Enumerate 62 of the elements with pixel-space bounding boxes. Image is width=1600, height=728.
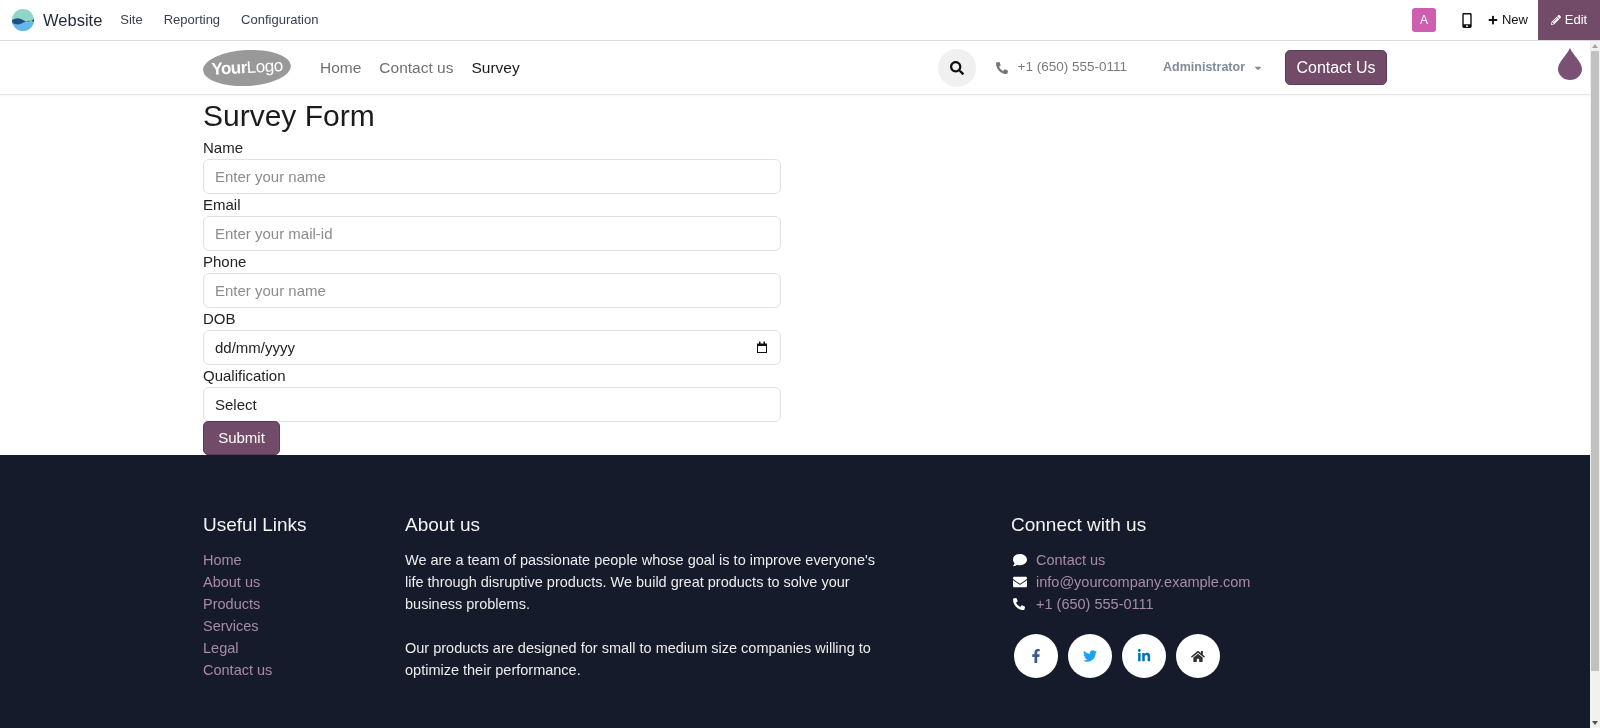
top-menu-item[interactable]: Site [120, 10, 143, 30]
social-button[interactable] [1176, 634, 1220, 678]
social-button[interactable] [1122, 634, 1166, 678]
scroll-down-icon[interactable] [1592, 721, 1598, 725]
scrollbar[interactable] [1590, 41, 1600, 728]
about-paragraph: We are a team of passionate people whose goal is to improve everyone's life through disruptive products. We build great products to solve your business problems. [405, 551, 876, 614]
field-label: DOB [203, 309, 237, 329]
scrollbar-thumb[interactable] [1591, 51, 1599, 671]
nav-link[interactable]: Home [320, 55, 362, 80]
social-button[interactable] [1068, 634, 1112, 678]
search-button[interactable] [937, 48, 976, 87]
nav-link[interactable]: Contact us [379, 55, 454, 80]
contact-link[interactable]: Contact us [1036, 549, 1106, 571]
app-name[interactable]: Website [43, 7, 103, 33]
home-icon [1191, 649, 1205, 663]
user-avatar[interactable]: A [1412, 8, 1436, 32]
social-button[interactable] [1014, 634, 1058, 678]
pencil-icon [1550, 15, 1561, 25]
footer-link[interactable]: Home [203, 549, 242, 571]
edit-button[interactable]: Edit [1538, 0, 1600, 40]
field-label: Qualification [203, 366, 287, 386]
field-label: Phone [203, 252, 248, 272]
top-menu-item[interactable]: Reporting [163, 10, 221, 30]
text-input-field[interactable]: Enter your name [203, 273, 781, 308]
top-menu-item[interactable]: Configuration [241, 10, 319, 30]
calendar-icon[interactable] [756, 341, 768, 354]
footer-link[interactable]: Services [203, 615, 259, 637]
phone-icon [995, 61, 1008, 74]
header-phone-number[interactable]: +1 (650) 555-0111 [1017, 57, 1128, 78]
envelope-icon [1013, 575, 1027, 589]
select-field[interactable]: Select [203, 387, 781, 422]
footer-link[interactable]: Legal [203, 637, 239, 659]
twitter-icon [1083, 649, 1097, 663]
contact-link[interactable]: info@yourcompany.example.com [1036, 571, 1251, 593]
facebook-icon [1030, 649, 1042, 663]
footer-heading: Useful Links [203, 513, 308, 537]
plus-icon [1488, 15, 1498, 25]
linkedin-icon [1137, 649, 1151, 663]
app-logo-icon[interactable] [12, 9, 34, 31]
search-icon [949, 60, 964, 75]
chat-bubble-icon [1013, 553, 1027, 567]
submit-button[interactable]: Submit [203, 421, 280, 455]
contact-us-button[interactable]: Contact Us [1285, 50, 1387, 85]
user-menu[interactable]: Administrator [1163, 58, 1263, 77]
mobile-preview-icon[interactable] [1462, 12, 1472, 28]
field-label: Email [203, 195, 242, 215]
droplet-icon[interactable] [1558, 48, 1582, 80]
nav-link[interactable]: Survey [471, 55, 520, 80]
new-button[interactable]: New [1486, 10, 1530, 30]
footer-heading: Connect with us [1011, 513, 1148, 537]
text-input-field[interactable]: Enter your mail-id [203, 216, 781, 251]
footer-link[interactable]: About us [203, 571, 261, 593]
contact-link[interactable]: +1 (650) 555-0111 [1036, 593, 1154, 615]
footer-link[interactable]: Products [203, 593, 261, 615]
footer-link[interactable]: Contact us [203, 659, 273, 681]
footer-heading: About us [405, 513, 481, 537]
about-paragraph: Our products are designed for small to medium size companies willing to optimize their performance. [405, 639, 872, 680]
form-title: Survey Form [203, 98, 376, 134]
phone-icon [1013, 598, 1025, 610]
date-input-field[interactable]: dd/mm/yyyy [203, 330, 781, 365]
field-label: Name [203, 138, 244, 158]
text-input-field[interactable]: Enter your name [203, 159, 781, 194]
